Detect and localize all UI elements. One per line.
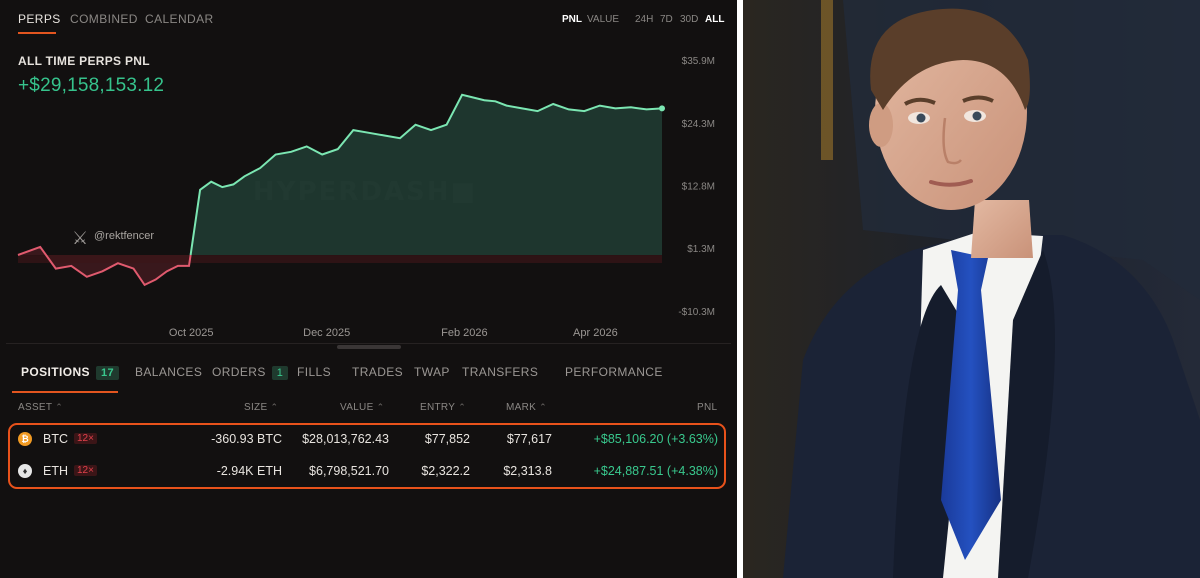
asset-name: ETH: [43, 464, 68, 478]
sort-icon: ⌃: [55, 402, 64, 412]
position-pnl: +$24,887.51 (+4.38%): [593, 464, 718, 478]
profit-area: [190, 94, 662, 256]
ear: [869, 103, 893, 147]
x-tick-label: Feb 2026: [441, 327, 487, 339]
y-tick-label: $12.8M: [682, 182, 715, 193]
table-row[interactable]: ₿ BTC 12× -360.93 BTC $28,013,762.43 $77…: [0, 425, 737, 453]
tab-twap[interactable]: TWAP: [414, 365, 450, 379]
tab-fills[interactable]: FILLS: [297, 365, 331, 379]
column-entry-label: ENTRY: [420, 402, 456, 413]
left-pupil: [916, 113, 926, 123]
right-pupil: [972, 111, 982, 121]
entry-price: $2,322.2: [421, 464, 470, 478]
table-row[interactable]: ♦ ETH 12× -2.94K ETH $6,798,521.70 $2,32…: [0, 457, 737, 485]
tab-positions[interactable]: POSITIONS 17: [21, 365, 119, 380]
y-tick-label: $1.3M: [687, 244, 715, 255]
column-mark[interactable]: MARK ⌃: [506, 402, 547, 413]
tab-perps[interactable]: PERPS: [18, 12, 61, 26]
column-pnl[interactable]: PNL: [697, 402, 717, 413]
column-value[interactable]: VALUE ⌃: [340, 402, 384, 413]
top-navigation: PERPS COMBINED CALENDAR PNL VALUE 24H 7D…: [0, 0, 737, 38]
pnl-dashboard: PERPS COMBINED CALENDAR PNL VALUE 24H 7D…: [0, 0, 737, 578]
position-size: -360.93 BTC: [211, 432, 282, 446]
pnl-title: ALL TIME PERPS PNL: [18, 54, 150, 68]
column-entry[interactable]: ENTRY ⌃: [420, 402, 466, 413]
y-tick-label: -$10.3M: [678, 307, 715, 318]
toggle-pnl[interactable]: PNL: [562, 14, 582, 25]
active-positions-tab-indicator: [12, 391, 118, 393]
portrait-photo: [743, 0, 1200, 578]
tab-transfers[interactable]: TRANSFERS: [462, 365, 538, 379]
range-all[interactable]: ALL: [705, 14, 724, 25]
position-value: $28,013,762.43: [302, 432, 389, 446]
loss-band: [18, 255, 662, 264]
portrait-illustration: [743, 0, 1200, 578]
column-size-label: SIZE: [244, 402, 268, 413]
positions-count-badge: 17: [95, 366, 119, 380]
column-value-label: VALUE: [340, 402, 374, 413]
y-tick-label: $35.9M: [682, 56, 715, 67]
column-size[interactable]: SIZE ⌃: [244, 402, 278, 413]
column-mark-label: MARK: [506, 402, 537, 413]
sort-icon: ⌃: [376, 402, 385, 412]
tab-calendar[interactable]: CALENDAR: [145, 12, 214, 26]
leverage-badge: 12×: [74, 465, 97, 476]
tab-orders-label: ORDERS: [212, 365, 266, 379]
leverage-badge: 12×: [74, 433, 97, 444]
tab-trades[interactable]: TRADES: [352, 365, 403, 379]
column-asset[interactable]: ASSET ⌃: [18, 402, 63, 413]
background-pillar: [821, 0, 833, 160]
toggle-value[interactable]: VALUE: [587, 14, 619, 25]
positions-tabs: POSITIONS 17 BALANCES ORDERS 1 FILLS TRADE…: [0, 352, 737, 394]
tab-orders[interactable]: ORDERS 1: [212, 365, 289, 380]
position-pnl: +$85,106.20 (+3.63%): [593, 432, 718, 446]
position-value: $6,798,521.70: [309, 464, 389, 478]
last-point-marker: [659, 105, 665, 112]
position-size: -2.94K ETH: [216, 464, 282, 478]
range-24h[interactable]: 24H: [635, 14, 653, 25]
bitcoin-icon: ₿: [18, 432, 32, 446]
y-tick-label: $24.3M: [682, 119, 715, 130]
asset-name: BTC: [43, 432, 68, 446]
neck: [971, 200, 1033, 258]
fencer-icon: ⚔: [72, 228, 88, 249]
author-handle: @rektfencer: [94, 230, 154, 242]
orders-count-badge: 1: [271, 366, 289, 380]
x-tick-label: Dec 2025: [303, 327, 350, 339]
column-asset-label: ASSET: [18, 402, 53, 413]
range-7d[interactable]: 7D: [660, 14, 673, 25]
positions-table-header: ASSET ⌃ SIZE ⌃ VALUE ⌃ ENTRY ⌃ MARK ⌃ PNL: [0, 400, 737, 416]
mark-price: $2,313.8: [503, 464, 552, 478]
sort-icon: ⌃: [458, 402, 467, 412]
sort-icon: ⌃: [270, 402, 279, 412]
tab-balances[interactable]: BALANCES: [135, 365, 202, 379]
resize-handle[interactable]: [337, 345, 401, 349]
pnl-value: +$29,158,153.12: [18, 75, 165, 96]
ethereum-icon: ♦: [18, 464, 32, 478]
x-tick-label: Oct 2025: [169, 327, 214, 339]
entry-price: $77,852: [424, 432, 470, 446]
tab-combined[interactable]: COMBINED: [70, 12, 138, 26]
active-tab-indicator: [18, 32, 56, 34]
x-tick-label: Apr 2026: [573, 327, 618, 339]
mark-price: $77,617: [506, 432, 552, 446]
range-30d[interactable]: 30D: [680, 14, 698, 25]
tab-positions-label: POSITIONS: [21, 365, 90, 379]
sort-icon: ⌃: [539, 402, 547, 412]
tab-performance[interactable]: PERFORMANCE: [565, 365, 663, 379]
